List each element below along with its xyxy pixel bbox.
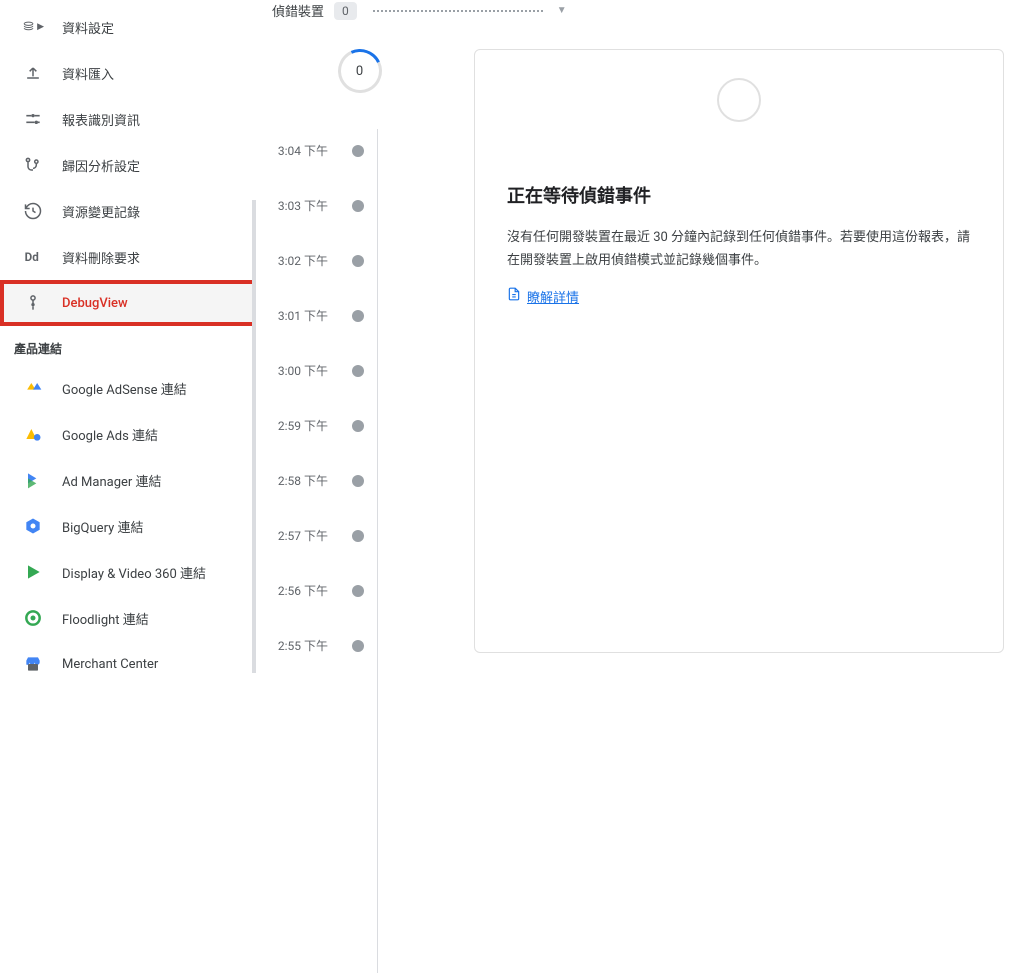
waiting-panel: 正在等待偵錯事件 沒有任何開發裝置在最近 30 分鐘內記錄到任何偵錯事件。若要使… xyxy=(474,49,1004,653)
dd-icon xyxy=(22,246,44,268)
admgr-icon xyxy=(22,469,44,491)
sidebar-item-dv360[interactable]: Display & Video 360 連結 xyxy=(0,549,256,595)
event-timeline: 0 3:04 下午 3:03 下午 3:02 下午 3:01 下午 3:00 下午 2:5… xyxy=(270,21,450,673)
event-counter-value: 0 xyxy=(356,64,363,79)
sidebar-item-branch[interactable]: 歸因分析設定 xyxy=(0,142,256,188)
timeline-dot-icon xyxy=(352,530,364,542)
timeline-time: 2:58 下午 xyxy=(270,472,348,489)
sidebar-item-label: 資料匯入 xyxy=(62,64,114,83)
sidebar-item-label: DebugView xyxy=(62,296,128,311)
timeline-row: 2:55 下午 xyxy=(270,618,450,673)
timeline-row: 2:57 下午 xyxy=(270,508,450,563)
sidebar-item-upload[interactable]: 資料匯入 xyxy=(0,50,256,96)
sidebar-item-label: 資料刪除要求 xyxy=(62,248,140,267)
timeline-row: 3:00 下午 xyxy=(270,343,450,398)
sidebar-item-sliders[interactable]: 報表識別資訊 xyxy=(0,96,256,142)
timeline-time: 3:01 下午 xyxy=(270,307,348,324)
sidebar-section-header: 產品連結 xyxy=(0,326,256,365)
flood-icon xyxy=(22,607,44,629)
sidebar-item-label: BigQuery 連結 xyxy=(62,517,143,536)
main-area: 偵錯裝置 0 ▼ 0 3:04 下午 3:03 下午 3:02 下午 3:01 下午 3… xyxy=(256,0,1024,673)
timeline-row: 3:01 下午 xyxy=(270,288,450,343)
timeline-row: 3:04 下午 xyxy=(270,123,450,178)
stack-icon: ▶ xyxy=(22,16,44,38)
sidebar-item-bigquery[interactable]: BigQuery 連結 xyxy=(0,503,256,549)
history-icon xyxy=(22,200,44,222)
learn-more-link[interactable]: 瞭解詳情 xyxy=(507,287,579,306)
learn-more-label: 瞭解詳情 xyxy=(527,287,579,306)
timeline-dot-icon xyxy=(352,585,364,597)
upload-icon xyxy=(22,62,44,84)
timeline-time: 2:55 下午 xyxy=(270,637,348,654)
timeline-dot-icon xyxy=(352,365,364,377)
sidebar-item-label: 報表識別資訊 xyxy=(62,110,140,129)
sidebar-item-label: Display & Video 360 連結 xyxy=(62,563,206,582)
sidebar-item-debug[interactable]: DebugView xyxy=(0,280,256,326)
timeline-axis xyxy=(377,129,378,973)
sidebar-item-label: Ad Manager 連結 xyxy=(62,471,162,490)
sidebar-item-admgr[interactable]: Ad Manager 連結 xyxy=(0,457,256,503)
timeline-row: 2:58 下午 xyxy=(270,453,450,508)
ads-icon xyxy=(22,423,44,445)
timeline-time: 2:59 下午 xyxy=(270,417,348,434)
timeline-row: 2:56 下午 xyxy=(270,563,450,618)
timeline-dot-icon xyxy=(352,145,364,157)
sidebar-item-label: 歸因分析設定 xyxy=(62,156,140,175)
timeline-row: 2:59 下午 xyxy=(270,398,450,453)
document-icon xyxy=(507,287,521,305)
sidebar: ▶ 資料設定資料匯入報表識別資訊歸因分析設定資源變更記錄資料刪除要求 DebugVi… xyxy=(0,0,256,673)
timeline-time: 2:56 下午 xyxy=(270,582,348,599)
placeholder-circle-icon xyxy=(717,78,761,122)
timeline-time: 3:02 下午 xyxy=(270,252,348,269)
sidebar-item-history[interactable]: 資源變更記錄 xyxy=(0,188,256,234)
debug-device-bar: 偵錯裝置 0 ▼ xyxy=(270,0,1004,21)
chevron-down-icon[interactable]: ▼ xyxy=(557,5,567,16)
sidebar-item-stack[interactable]: ▶ 資料設定 xyxy=(0,4,256,50)
timeline-dot-icon xyxy=(352,255,364,267)
merchant-icon xyxy=(22,653,44,673)
dv360-icon xyxy=(22,561,44,583)
timeline-dot-icon xyxy=(352,200,364,212)
timeline-time: 2:57 下午 xyxy=(270,527,348,544)
sidebar-item-merchant[interactable]: Merchant Center xyxy=(0,641,256,673)
sidebar-item-adsense[interactable]: Google AdSense 連結 xyxy=(0,365,256,411)
adsense-icon xyxy=(22,377,44,399)
sidebar-item-dd[interactable]: 資料刪除要求 xyxy=(0,234,256,280)
sidebar-item-label: Merchant Center xyxy=(62,657,158,672)
timeline-time: 3:03 下午 xyxy=(270,197,348,214)
separator-dotted xyxy=(373,10,543,12)
timeline-dot-icon xyxy=(352,420,364,432)
sidebar-item-flood[interactable]: Floodlight 連結 xyxy=(0,595,256,641)
timeline-row: 3:03 下午 xyxy=(270,178,450,233)
bigquery-icon xyxy=(22,515,44,537)
timeline-row: 3:02 下午 xyxy=(270,233,450,288)
panel-body-text: 沒有任何開發裝置在最近 30 分鐘內記錄到任何偵錯事件。若要使用這份報表，請在開… xyxy=(507,226,971,273)
branch-icon xyxy=(22,154,44,176)
debug-icon xyxy=(22,292,44,314)
sidebar-item-ads[interactable]: Google Ads 連結 xyxy=(0,411,256,457)
sidebar-item-label: Google AdSense 連結 xyxy=(62,379,187,398)
timeline-dot-icon xyxy=(352,310,364,322)
timeline-time: 3:00 下午 xyxy=(270,362,348,379)
scrollbar-track[interactable] xyxy=(252,200,256,673)
debug-device-count: 0 xyxy=(334,2,357,20)
timeline-dot-icon xyxy=(352,640,364,652)
sidebar-item-label: Google Ads 連結 xyxy=(62,425,158,444)
timeline-time: 3:04 下午 xyxy=(270,142,348,159)
sidebar-item-label: 資源變更記錄 xyxy=(62,202,140,221)
timeline-dot-icon xyxy=(352,475,364,487)
sidebar-item-label: 資料設定 xyxy=(62,18,114,37)
sidebar-item-label: Floodlight 連結 xyxy=(62,609,149,628)
debug-device-label: 偵錯裝置 xyxy=(272,1,324,20)
panel-title: 正在等待偵錯事件 xyxy=(507,182,971,208)
event-counter-ring: 0 xyxy=(332,43,388,99)
sliders-icon xyxy=(22,108,44,130)
